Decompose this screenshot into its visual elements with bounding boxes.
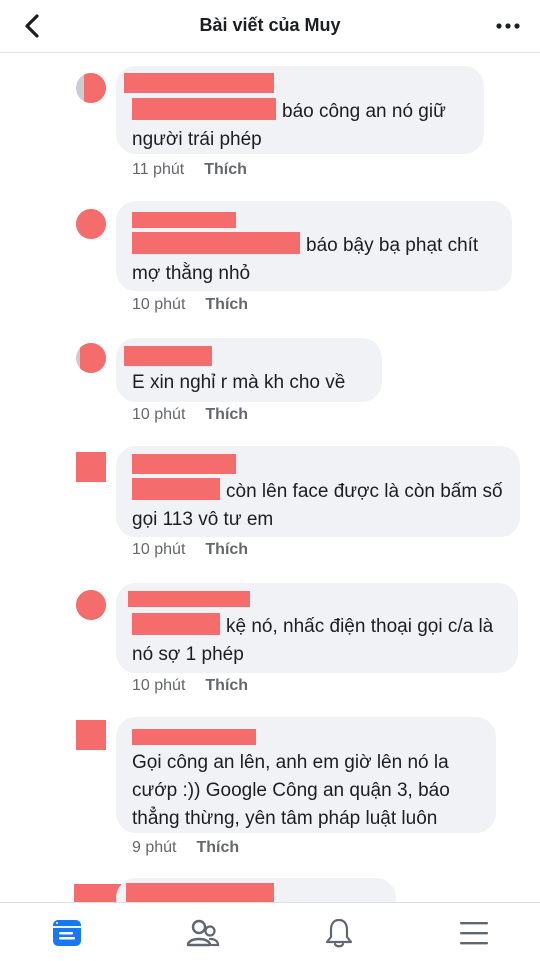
comment-bubble[interactable]: còn lên face được là còn bấm số gọi 113 … [116,446,520,537]
comment-meta: 10 phút Thích [132,406,248,424]
comment-text: báo bậy bạ phạt chít mợ thằng nhỏ [132,232,502,288]
comment-text: Gọi công an lên, anh em giờ lên nó la cư… [132,752,450,829]
comment-meta: 11 phút Thích [132,161,247,179]
comment-text: báo công an nó giữ người trái phép [132,98,477,154]
comment-bubble[interactable]: kệ nó, nhấc điện thoại gọi c/a là nó sợ … [116,583,518,673]
comment-meta: 10 phút Thích [132,677,248,695]
avatar[interactable] [76,209,106,239]
comment-text: kệ nó, nhấc điện thoại gọi c/a là nó sợ … [132,613,512,669]
comment-time: 10 phút [132,406,186,423]
bell-icon [325,918,353,948]
tab-notifications[interactable] [321,915,357,951]
comment-meta: 10 phút Thích [132,296,248,314]
tab-menu[interactable] [456,915,492,951]
comment-time: 11 phút [132,161,185,178]
tab-friends[interactable] [185,915,221,951]
feed-icon [53,920,81,946]
avatar[interactable] [76,73,106,103]
comment-meta: 9 phút Thích [132,839,239,857]
redacted-mention [132,98,276,120]
redacted-mention [132,613,220,635]
comment-bubble[interactable]: báo công an nó giữ người trái phép [116,66,484,154]
bottom-tab-bar [0,902,540,961]
avatar[interactable] [74,884,122,902]
like-button[interactable]: Thích [205,406,248,423]
comment-bubble[interactable]: E xin nghỉ r mà kh cho về [116,338,382,402]
redacted-name [132,454,236,474]
like-button[interactable]: Thích [204,161,247,178]
avatar[interactable] [76,590,106,620]
redacted-name [124,73,274,93]
page-title: Bài viết của Muy [199,15,341,35]
comment-text: E xin nghỉ r mà kh cho về [132,372,346,393]
comment-bubble[interactable]: Gọi công an lên, anh em giờ lên nó la cư… [116,717,496,833]
like-button[interactable]: Thích [205,541,248,558]
like-button[interactable]: Thích [196,839,239,856]
redacted-mention [132,232,300,254]
redacted-mention [132,478,220,500]
more-options-button[interactable] [494,12,522,40]
redacted-name [126,883,274,903]
like-button[interactable]: Thích [205,296,248,313]
comment-time: 9 phút [132,839,177,856]
comment-bubble[interactable]: báo bậy bạ phạt chít mợ thằng nhỏ [116,201,512,291]
menu-icon [460,922,488,945]
avatar[interactable] [76,452,106,482]
redacted-name [128,591,250,607]
like-button[interactable]: Thích [205,677,248,694]
redacted-name [132,212,236,228]
comment-time: 10 phút [132,541,186,558]
comment-text: còn lên face được là còn bấm số gọi 113 … [132,478,512,534]
tab-news-feed[interactable] [49,915,85,951]
top-bar: Bài viết của Muy [0,0,540,53]
comment-time: 10 phút [132,677,186,694]
friends-icon [186,919,220,947]
avatar[interactable] [76,720,106,750]
comment-meta: 10 phút Thích [132,541,248,559]
redacted-name [132,729,256,745]
avatar[interactable] [76,343,106,373]
comment-time: 10 phút [132,296,186,313]
redacted-name [124,346,212,366]
more-dots-icon [496,23,520,29]
